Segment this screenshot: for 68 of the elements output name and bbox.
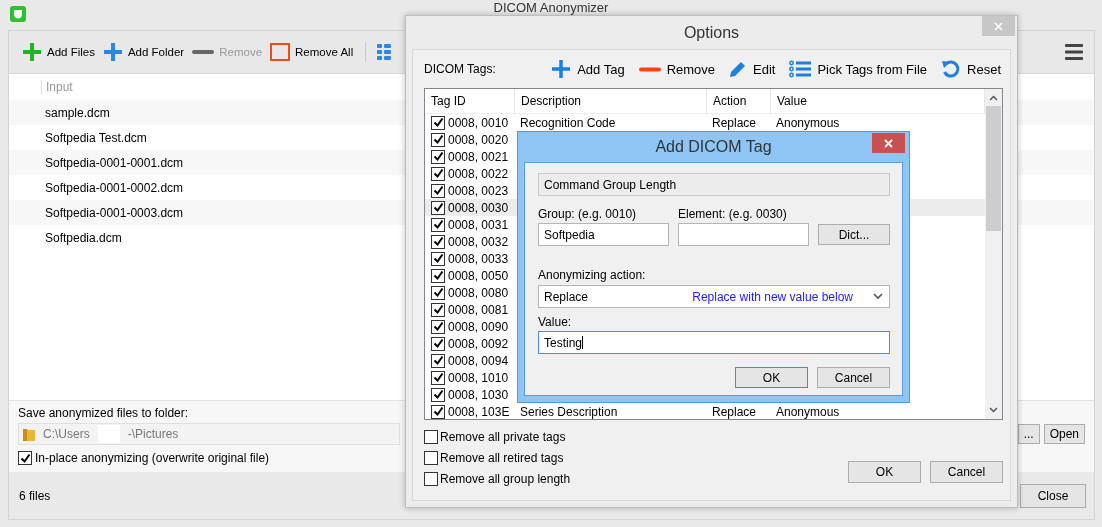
toolbar-button[interactable]: Add Tag (551, 59, 625, 79)
dialog-button[interactable]: Cancel (817, 367, 890, 388)
tags-label: DICOM Tags: (424, 62, 496, 76)
table-cell: 0008, 0080 (448, 285, 509, 300)
folder-path-field[interactable]: C:\Users -\Pictures (18, 423, 400, 445)
file-name[interactable]: sample.dcm (45, 105, 110, 120)
table-cell: Recognition Code (520, 115, 616, 130)
table-cell: Replace (712, 404, 757, 419)
table-cell: 0008, 0094 (448, 353, 509, 368)
toolbar-button[interactable]: Remove All (269, 43, 355, 61)
table-cell: Anonymous (776, 404, 840, 419)
table-cell: Series Description (520, 404, 618, 419)
window-title: DICOM Anonymizer (493, 0, 609, 15)
file-name[interactable]: Softpedia-0001-0002.dcm (45, 180, 184, 195)
value-label: Value: (538, 315, 573, 329)
element-label: Element: (e.g. 0030) (678, 207, 788, 221)
table-cell: 0008, 0030 (448, 200, 509, 215)
table-cell: 0008, 0023 (448, 183, 509, 198)
browse-button[interactable]: ... (1017, 424, 1040, 444)
table-cell: 0008, 0022 (448, 166, 509, 181)
dialog-title: Add DICOM Tag (655, 138, 772, 156)
table-cell: 0008, 103E (448, 404, 510, 419)
open-button[interactable]: Open (1043, 424, 1085, 444)
group-label: Group: (e.g. 0010) (538, 207, 638, 221)
column-header[interactable]: Tag ID (425, 89, 515, 113)
table-cell: 0008, 1010 (448, 370, 509, 385)
folder-label: Save anonymized files to folder: (18, 406, 189, 420)
table-cell: 0008, 0010 (448, 115, 509, 130)
file-count: 6 files (19, 488, 51, 503)
toolbar-button[interactable]: Edit (729, 59, 776, 79)
value-field[interactable]: Testing (538, 331, 890, 354)
dialog-title: Options (683, 24, 740, 42)
checkbox-label: Remove all retired tags (440, 451, 564, 465)
table-cell: Replace (712, 115, 757, 130)
toolbar-button[interactable]: Add Files (21, 42, 96, 62)
table-cell: 0008, 0092 (448, 336, 509, 351)
file-name[interactable]: Softpedia.dcm (45, 230, 122, 245)
file-name[interactable]: Softpedia Test.dcm (45, 130, 147, 145)
group-field[interactable]: Softpedia (538, 223, 669, 246)
dict-button[interactable]: Dict... (818, 224, 890, 245)
checkbox-label: Remove all private tags (440, 430, 566, 444)
table-cell: 0008, 0020 (448, 132, 509, 147)
file-name[interactable]: Softpedia-0001-0003.dcm (45, 205, 184, 220)
dialog-button[interactable]: OK (735, 367, 808, 388)
table-cell: 0008, 1030 (448, 387, 509, 402)
action-label: Anonymizing action: (538, 268, 647, 282)
toolbar-button[interactable]: Reset (941, 59, 1001, 79)
table-cell: 0008, 0050 (448, 268, 509, 283)
file-name[interactable]: Softpedia-0001-0001.dcm (45, 155, 184, 170)
dialog-button[interactable]: OK (848, 461, 921, 483)
toolbar-button[interactable]: Add Folder (101, 42, 186, 62)
dialog-button[interactable]: Cancel (930, 461, 1003, 483)
toolbar-button[interactable]: Pick Tags from File (789, 59, 928, 79)
action-dropdown[interactable]: Replace Replace with new value below (538, 285, 890, 308)
tag-name-field: Command Group Length (538, 173, 890, 196)
toolbar-button[interactable]: Remove (638, 59, 716, 79)
table-cell: 0008, 0021 (448, 149, 509, 164)
table-cell: Anonymous (776, 115, 840, 130)
table-cell: 0008, 0090 (448, 319, 509, 334)
table-cell: 0008, 0032 (448, 234, 509, 249)
table-cell: 0008, 0081 (448, 302, 509, 317)
column-header[interactable]: Description (515, 89, 707, 113)
checkbox-label: Remove all group length (440, 472, 571, 486)
checkbox-label: In-place anonymizing (overwrite original file) (35, 451, 270, 465)
column-header[interactable]: Action (707, 89, 771, 113)
table-cell: 0008, 0031 (448, 217, 509, 232)
table-cell: 0008, 0033 (448, 251, 509, 266)
close-button[interactable]: Close (1020, 483, 1086, 508)
